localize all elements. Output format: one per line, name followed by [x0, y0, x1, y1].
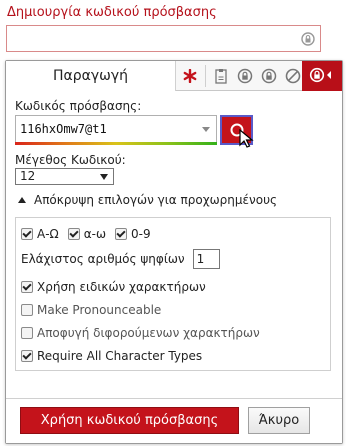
mouse-pointer-icon [239, 129, 254, 148]
length-value: 12 [20, 169, 36, 183]
uppercase-checkbox[interactable] [21, 228, 33, 240]
password-label: Κωδικός πρόσβασης: [15, 99, 142, 113]
special-chars-checkbox[interactable] [21, 281, 33, 293]
chevron-down-icon [100, 174, 108, 180]
block-icon[interactable] [281, 65, 304, 88]
avoid-ambiguous-row[interactable]: Αποφυγή διφορούμενων χαρακτήρων [21, 323, 325, 343]
advanced-toggle-label: Απόκρυψη επιλογών για προχωρημένους [34, 193, 278, 207]
password-generator-popup: Παραγωγή Κωδικός πρόσβασης: 116hxOmw7@t1… [5, 60, 343, 444]
pronounceable-row[interactable]: Make Pronounceable [21, 300, 325, 320]
cancel-button[interactable]: Άκυρο [248, 407, 310, 434]
special-chars-row[interactable]: Χρήση ειδικών χαρακτήρων [21, 277, 325, 297]
lock-history-icon[interactable] [301, 32, 315, 46]
strength-meter [15, 142, 217, 145]
toolbar-divider [205, 65, 206, 87]
pronounceable-label: Make Pronounceable [37, 303, 162, 317]
lock-active-tab[interactable] [302, 61, 342, 91]
charset-row: Α-Ω α-ω 0-9 [21, 224, 325, 244]
lock-history-icon[interactable] [233, 65, 256, 88]
clipboard-icon[interactable] [209, 65, 232, 88]
tab-generate[interactable]: Παραγωγή [6, 61, 176, 91]
min-digits-label: Ελάχιστος αριθμός ψηφίων [21, 252, 185, 266]
min-digits-row: Ελάχιστος αριθμός ψηφίων 1 [21, 247, 325, 271]
advanced-options-toggle[interactable]: Απόκρυψη επιλογών για προχωρημένους [18, 193, 333, 207]
digits-checkbox[interactable] [115, 228, 128, 240]
password-input-field[interactable] [6, 25, 321, 52]
min-digits-input[interactable]: 1 [192, 249, 220, 269]
generated-password-value: 116hxOmw7@t1 [20, 122, 107, 136]
generator-content: Κωδικός πρόσβασης: 116hxOmw7@t1 Μέγεθος … [15, 99, 333, 371]
require-all-checkbox[interactable] [21, 350, 33, 362]
password-row: 116hxOmw7@t1 [15, 115, 333, 148]
length-select[interactable]: 12 [15, 168, 114, 185]
lowercase-label: α-ω [83, 227, 107, 241]
special-chars-label: Χρήση ειδικών χαρακτήρων [37, 280, 206, 294]
popup-footer: Χρήση κωδικού πρόσβασης Άκυρο [6, 398, 342, 443]
lock-icon[interactable] [257, 65, 280, 88]
require-all-row[interactable]: Require All Character Types [21, 346, 325, 366]
toolbar: Παραγωγή [6, 61, 342, 91]
avoid-ambiguous-label: Αποφυγή διφορούμενων χαρακτήρων [37, 326, 260, 340]
pronounceable-checkbox[interactable] [21, 304, 33, 316]
avoid-ambiguous-checkbox[interactable] [21, 327, 33, 339]
length-label: Μέγεθος Κωδικού: [15, 153, 126, 167]
lowercase-checkbox[interactable] [67, 228, 80, 240]
collapse-arrow-icon [18, 197, 26, 203]
charset-uppercase[interactable]: Α-Ω [21, 227, 59, 241]
generated-password-field[interactable]: 116hxOmw7@t1 [15, 115, 217, 145]
require-all-label: Require All Character Types [37, 349, 203, 363]
use-password-button[interactable]: Χρήση κωδικού πρόσβασης [20, 407, 239, 434]
toolbar-icons [178, 61, 305, 91]
advanced-options-panel: Α-Ω α-ω 0-9 Ελάχιστος αριθμός ψηφίων 1 Χ… [15, 217, 331, 371]
uppercase-label: Α-Ω [37, 227, 59, 241]
charset-lowercase[interactable]: α-ω [67, 227, 107, 241]
asterisk-icon[interactable] [178, 65, 201, 88]
charset-digits[interactable]: 0-9 [115, 227, 151, 241]
digits-label: 0-9 [131, 227, 151, 241]
lock-active-icon [309, 67, 335, 86]
page-label: Δημιουργία κωδικού πρόσβασης [7, 5, 217, 20]
dropdown-caret-icon[interactable] [202, 127, 210, 132]
